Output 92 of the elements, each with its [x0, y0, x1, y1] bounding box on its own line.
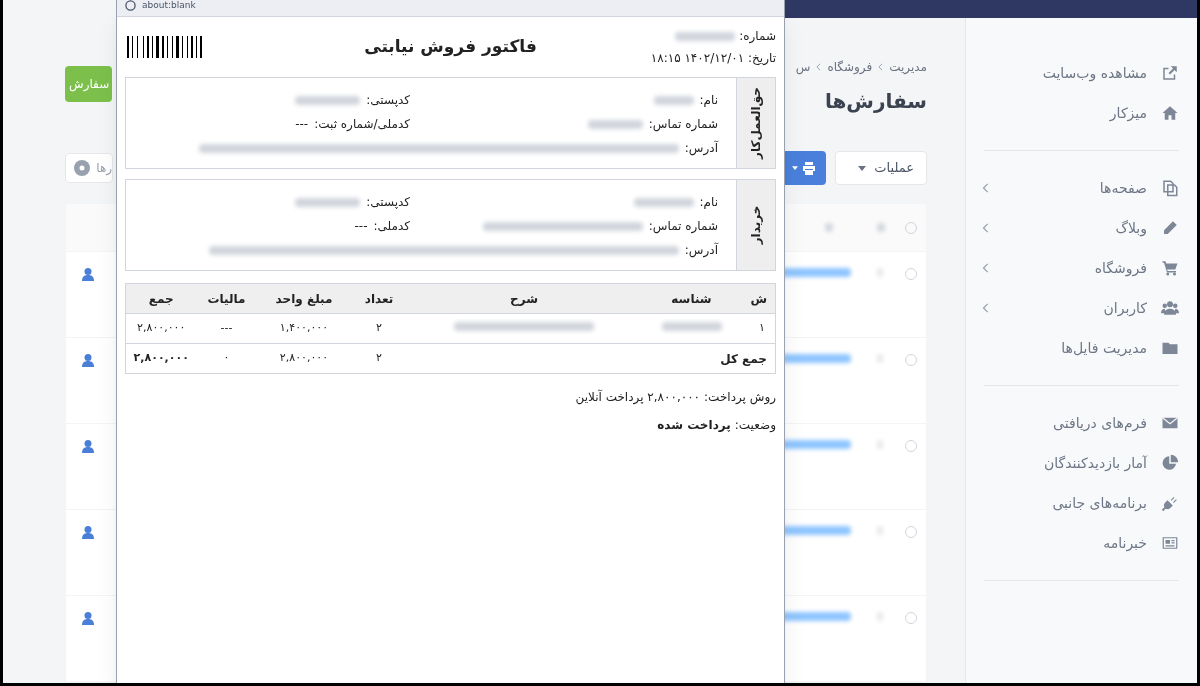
table-cell: ۲,۸۰۰,۰۰۰ — [256, 343, 352, 374]
column-header: تعداد — [351, 283, 407, 314]
party-heading: حق‌العمل‌کار — [748, 87, 764, 159]
user-icon[interactable] — [82, 268, 94, 281]
search-field[interactable]: رها — [65, 153, 113, 183]
field-label: نام: — [699, 194, 718, 211]
table-cell: ۲,۸۰۰,۰۰۰ — [125, 313, 197, 344]
column-header: شرح — [406, 283, 642, 314]
chevron-icon — [982, 223, 990, 233]
field-label: کدپستی: — [366, 194, 410, 211]
clear-icon — [74, 160, 91, 176]
actions-button[interactable]: عملیات — [835, 151, 927, 185]
chevron-icon — [816, 63, 822, 71]
payment-value: پرداخت شده — [657, 417, 731, 434]
sidebar-item[interactable]: کاربران — [966, 295, 1197, 321]
field-label: آدرس: — [684, 241, 718, 259]
payment-label: وضعیت: — [734, 417, 776, 434]
sidebar-icon — [1161, 179, 1179, 197]
invoice-title: فاکتور فروش نیابتی — [364, 35, 537, 59]
sidebar-icon — [1161, 219, 1179, 237]
column-header: شناسه — [641, 283, 742, 314]
table-cell: ۱,۴۰۰,۰۰۰ — [256, 313, 352, 344]
sidebar-icon — [1161, 494, 1179, 512]
breadcrumb-link[interactable]: فروشگاه — [827, 58, 873, 76]
blurred-text — [587, 119, 643, 129]
sidebar-icon — [1161, 104, 1179, 122]
blurred-text — [653, 95, 694, 105]
payment-value: ۲,۸۰۰,۰۰۰ پرداخت آنلاین — [575, 388, 701, 406]
sidebar-item[interactable]: آمار بازدیدکنندگان — [966, 450, 1197, 476]
sidebar-icon — [1161, 454, 1179, 472]
info-icon — [125, 0, 136, 11]
user-icon[interactable] — [82, 526, 94, 539]
breadcrumb-link[interactable]: س — [795, 58, 811, 76]
table-cell: --- — [196, 313, 257, 344]
user-icon[interactable] — [82, 612, 94, 625]
table-cell: ۲ — [351, 313, 407, 344]
sidebar-item[interactable]: فرم‌های دریافتی — [966, 410, 1197, 436]
blurred-text — [675, 31, 736, 41]
column-header: ش — [741, 283, 776, 314]
printer-icon — [802, 161, 816, 175]
table-cell: ۰ — [196, 343, 257, 374]
sidebar-item[interactable]: فروشگاه — [966, 255, 1197, 281]
sidebar-icon — [1161, 299, 1179, 317]
column-header: مالیات — [196, 283, 257, 314]
field-label: نام: — [699, 92, 718, 109]
print-button[interactable] — [782, 151, 826, 185]
field-label: کدملی/شماره ثبت: — [314, 116, 410, 133]
sidebar-item[interactable]: میزکار — [966, 100, 1197, 126]
field-label: شماره تماس: — [648, 218, 718, 235]
table-cell: ۲ — [351, 343, 407, 374]
field-value: --- — [295, 116, 309, 133]
blurred-text — [661, 322, 722, 332]
field-value: --- — [354, 218, 368, 235]
number-label: شماره: — [739, 28, 776, 45]
table-cell: ۱ — [741, 313, 776, 344]
caret-icon — [792, 166, 798, 170]
address-text: about:blank — [142, 0, 196, 11]
column-header: جمع — [125, 283, 197, 314]
user-icon[interactable] — [82, 440, 94, 453]
date-text: ۱۴۰۲/۱۲/۰۱ ۱۸:۱۵ — [650, 50, 745, 67]
chevron-icon — [982, 183, 990, 193]
sidebar-item[interactable]: مدیریت فایل‌ها — [966, 335, 1197, 361]
payment-label: روش پرداخت: — [704, 389, 776, 406]
party-heading: خریدار — [748, 205, 764, 245]
date-label: تاریخ: — [748, 50, 776, 67]
user-icon[interactable] — [82, 354, 94, 367]
field-label: شماره تماس: — [648, 116, 718, 133]
column-header: مبلغ واحد — [256, 283, 352, 314]
field-label: آدرس: — [684, 139, 718, 157]
total-label: جمع کل — [406, 343, 776, 374]
table-cell: ۲,۸۰۰,۰۰۰ — [125, 343, 197, 374]
sidebar-item[interactable]: وبلاگ — [966, 215, 1197, 241]
chevron-icon — [878, 63, 884, 71]
caret-icon — [858, 165, 867, 171]
sidebar-item[interactable]: مشاهده وب‌سایت — [966, 60, 1197, 86]
blurred-text — [877, 223, 885, 232]
sidebar-item[interactable]: برنامه‌های جانبی — [966, 490, 1197, 516]
blurred-text — [825, 223, 833, 232]
blurred-text — [295, 197, 361, 207]
sidebar-item[interactable]: صفحه‌ها — [966, 175, 1197, 201]
page-title: سفارش‌ها — [823, 88, 927, 115]
field-label: کدملی: — [373, 218, 410, 235]
breadcrumb-link[interactable]: مدیریت — [889, 58, 927, 76]
blurred-text — [295, 95, 361, 105]
sidebar-icon — [1161, 259, 1179, 277]
sidebar-icon — [1161, 64, 1179, 82]
chevron-icon — [982, 263, 990, 273]
field-label: کدپستی: — [366, 92, 410, 109]
blurred-text — [633, 197, 694, 207]
chevron-icon — [982, 303, 990, 313]
sidebar-icon — [1161, 534, 1179, 552]
sidebar-item[interactable]: خبرنامه — [966, 530, 1197, 556]
